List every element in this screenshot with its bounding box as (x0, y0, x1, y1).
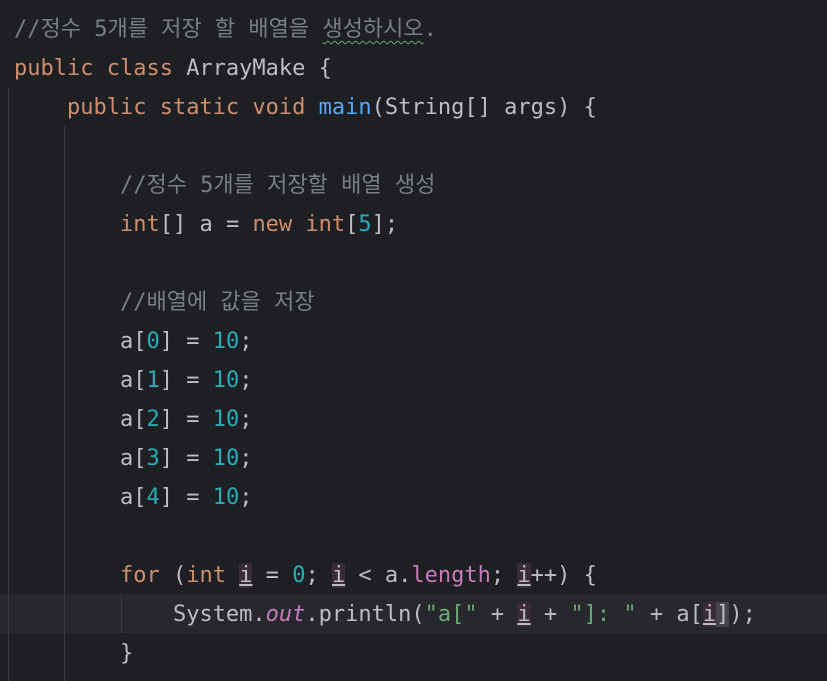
static-field-token: out (265, 602, 306, 627)
code-token: + a[ (636, 602, 703, 627)
code-line-13[interactable]: a[4] = 10; (14, 478, 252, 517)
code-token: ] = (159, 446, 213, 471)
code-token: ] = (159, 485, 213, 510)
number-token: 0 (146, 329, 160, 354)
code-token: ; (239, 368, 253, 393)
variable-token-highlighted: i (517, 602, 531, 627)
code-token: System. (172, 602, 266, 627)
number-token: 0 (292, 563, 306, 588)
code-token: [] a = (159, 212, 253, 237)
variable-token-highlighted: i (331, 563, 346, 588)
code-token: ; (239, 329, 253, 354)
code-token: ] = (159, 407, 213, 432)
variable-token-highlighted: i (239, 563, 253, 588)
indent-token (14, 485, 120, 510)
keyword-token: public class (14, 56, 187, 81)
comment-token: //배열에 값을 저장 (119, 290, 315, 315)
code-line-1[interactable]: //정수 5개를 저장 할 배열을 생성하시오. (14, 10, 437, 49)
number-token: 4 (146, 485, 160, 510)
code-token: a[ (119, 368, 147, 393)
indent-token (14, 290, 120, 315)
comment-token-warning: 생성하시오 (322, 17, 424, 42)
number-token: 3 (146, 446, 160, 471)
variable-token-highlighted: i (702, 602, 717, 627)
code-line-5[interactable]: //정수 5개를 저장할 배열 생성 (14, 166, 435, 205)
code-token: .println( (305, 602, 425, 627)
code-line-15[interactable]: for (int i = 0; i < a.length; i++) { (14, 556, 597, 595)
code-token: ; (239, 446, 253, 471)
indent-token (14, 446, 120, 471)
code-token: a[ (119, 446, 147, 471)
number-token: 2 (146, 407, 160, 432)
code-line-2[interactable]: public class ArrayMake { (14, 49, 332, 88)
keyword-token: int (119, 212, 160, 237)
field-token: length (411, 563, 491, 588)
code-token: a[ (119, 485, 147, 510)
indent-token (14, 329, 120, 354)
comment-token: //정수 5개를 저장 할 배열을 (14, 17, 323, 42)
bracket-token-matched: ] (716, 602, 730, 627)
number-token: 10 (212, 368, 240, 393)
indent-token (14, 95, 67, 120)
number-token: 10 (212, 329, 240, 354)
code-token: + (477, 602, 518, 627)
code-token: a[ (119, 407, 147, 432)
code-line-9[interactable]: a[0] = 10; (14, 322, 252, 361)
keyword-token: public static void (66, 95, 319, 120)
code-token: ] = (159, 368, 213, 393)
number-token: 1 (146, 368, 160, 393)
indent-token (14, 563, 120, 588)
code-token: ; (239, 485, 253, 510)
keyword-token: new int (252, 212, 346, 237)
code-editor[interactable]: //정수 5개를 저장 할 배열을 생성하시오. public class Arr… (0, 0, 827, 681)
code-token: ; (239, 407, 253, 432)
keyword-token: for (119, 563, 173, 588)
code-token: [ (345, 212, 359, 237)
code-token: ; (305, 563, 332, 588)
code-token: ]; (371, 212, 399, 237)
code-line-3[interactable]: public static void main(String[] args) { (14, 88, 597, 127)
indent-token (14, 602, 173, 627)
code-line-6[interactable]: int[] a = new int[5]; (14, 205, 398, 244)
code-token: ] = (159, 329, 213, 354)
code-token: ++) { (530, 563, 597, 588)
code-line-16[interactable]: System.out.println("a[" + i + "]: " + a[… (14, 595, 756, 634)
code-token: < a. (345, 563, 412, 588)
code-token: ( (172, 563, 187, 588)
indent-guide (8, 88, 9, 681)
variable-token-highlighted: i (517, 563, 531, 588)
string-token: "]: " (570, 602, 637, 627)
class-name-token: ArrayMake { (186, 56, 332, 81)
code-token: ); (729, 602, 756, 627)
keyword-token: int (186, 563, 240, 588)
code-line-8[interactable]: //배열에 값을 저장 (14, 283, 315, 322)
code-line-12[interactable]: a[3] = 10; (14, 439, 252, 478)
code-token: } (119, 641, 134, 666)
code-line-10[interactable]: a[1] = 10; (14, 361, 252, 400)
number-token: 10 (212, 485, 240, 510)
code-token: = (252, 563, 293, 588)
method-name-token: main (318, 95, 372, 120)
indent-token (14, 368, 120, 393)
comment-token: //정수 5개를 저장할 배열 생성 (119, 173, 436, 198)
indent-token (14, 173, 120, 198)
number-token: 10 (212, 407, 240, 432)
indent-token (14, 641, 120, 666)
indent-token (14, 407, 120, 432)
number-token: 10 (212, 446, 240, 471)
number-token: 5 (358, 212, 372, 237)
code-line-17[interactable]: } (14, 634, 133, 673)
string-token: "a[" (424, 602, 478, 627)
code-token: ; (490, 563, 518, 588)
code-line-11[interactable]: a[2] = 10; (14, 400, 252, 439)
code-token: a[ (119, 329, 147, 354)
code-token: + (530, 602, 571, 627)
indent-token (14, 212, 120, 237)
comment-token: . (423, 17, 437, 42)
code-token: (String[] args) { (371, 95, 597, 120)
